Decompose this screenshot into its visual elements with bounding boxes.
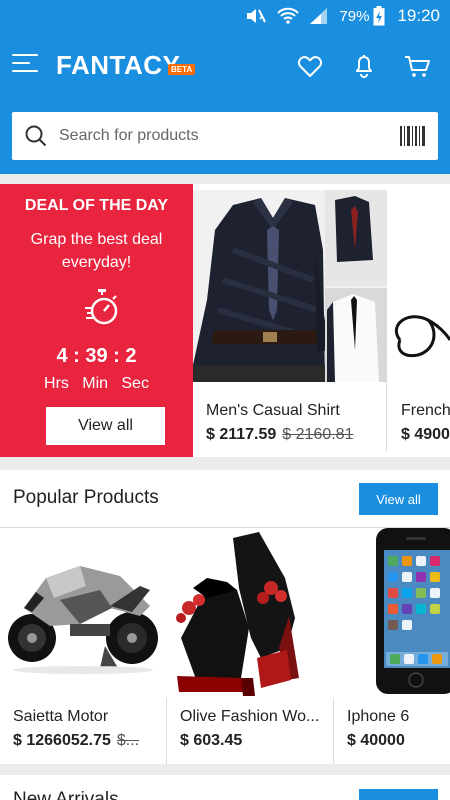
product-image [193,190,387,382]
product-name: Saietta Motor [13,708,109,725]
price-original: $ 2160.81 [282,426,354,443]
product-price: $ 1266052.75 $... [13,732,163,750]
product-price: $ 603.45 [180,732,243,749]
product-name: Men's Casual Shirt [206,402,340,419]
popular-view-all-button[interactable]: View all [359,483,438,515]
status-bar: 79% 19:20 [0,0,450,32]
new-arrivals-section: New Arrivals View all [0,775,450,800]
heart-icon[interactable] [296,52,324,80]
product-price: $ 40000 [347,732,405,749]
mute-icon [245,7,267,25]
deal-view-all-button[interactable]: View all [46,407,165,445]
product-image [167,528,334,698]
signal-icon [309,7,329,25]
product-image [388,190,450,382]
popular-products-section: Popular Products View all Saietta Motor … [0,470,450,764]
brand-logo: FANTACY [56,50,181,80]
deal-product-card[interactable]: French $ 4900 [388,190,450,452]
clock: 19:20 [397,6,440,25]
beta-badge: BETA [168,64,196,75]
price-current: $ 1266052.75 [13,732,111,749]
search-icon[interactable] [24,124,48,153]
product-name: Olive Fashion Wo... [180,708,320,725]
battery-percent: 79% [339,7,370,25]
search-input[interactable] [59,120,389,152]
battery-icon [373,6,385,26]
cart-icon[interactable] [403,52,431,80]
product-price: $ 2117.59 $ 2160.81 [206,426,353,444]
popular-product-card[interactable]: Iphone 6 $ 40000 [334,527,450,764]
deal-panel: DEAL OF THE DAY Grap the best deal every… [0,184,193,457]
barcode-scanner-icon[interactable] [400,124,426,153]
section-title: New Arrivals [13,789,119,800]
menu-icon[interactable] [12,54,38,74]
popular-product-card[interactable]: Saietta Motor $ 1266052.75 $... [0,527,167,764]
wifi-icon [277,7,300,25]
countdown-units: Hrs Min Sec [44,375,149,392]
product-name: Iphone 6 [347,708,410,725]
section-title: Popular Products [13,487,159,508]
stopwatch-icon [84,288,120,333]
product-name: French [401,402,450,419]
product-image [0,528,167,698]
deal-of-the-day-section: DEAL OF THE DAY Grap the best deal every… [0,184,450,457]
deal-subtitle: Grap the best deal everyday! [30,231,163,271]
new-arrivals-view-all-button[interactable]: View all [359,789,438,800]
search-box[interactable] [12,112,438,160]
deal-title: DEAL OF THE DAY [24,197,169,214]
price-original: $... [116,732,140,749]
product-price: $ 4900 [401,426,450,443]
deal-product-card[interactable]: Men's Casual Shirt $ 2117.59 $ 2160.81 [193,190,387,452]
price-current: $ 2117.59 [206,426,277,443]
popular-product-card[interactable]: Olive Fashion Wo... $ 603.45 [167,527,334,764]
bell-icon[interactable] [350,52,378,80]
search-bar-area [0,97,450,174]
countdown-timer: 4 : 39 : 2 [56,345,137,367]
app-header: FANTACY BETA [0,32,450,97]
product-image [334,528,450,698]
